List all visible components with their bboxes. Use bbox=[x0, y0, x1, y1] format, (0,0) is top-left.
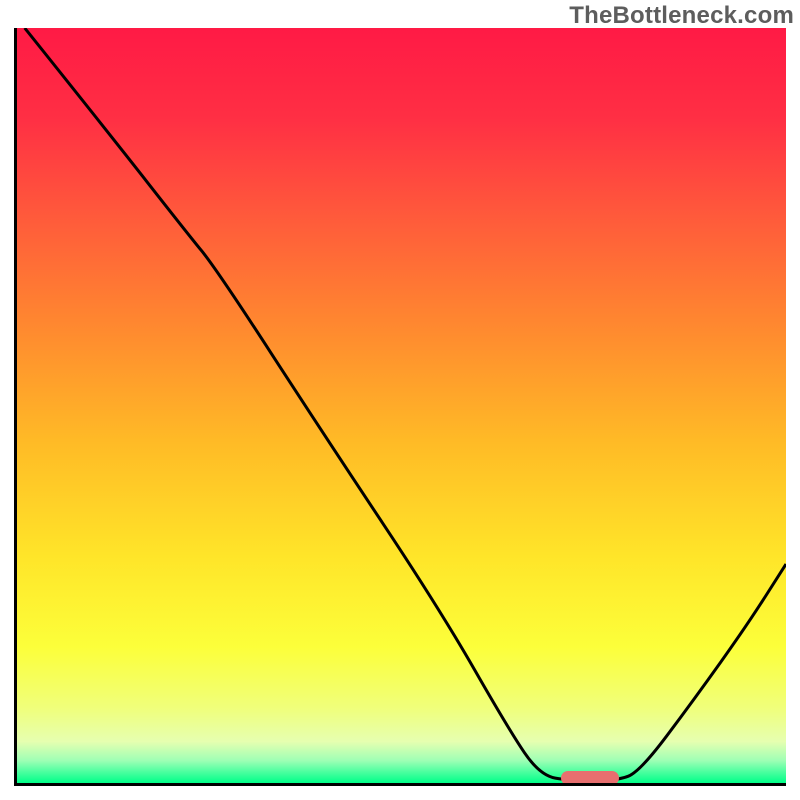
plot-area bbox=[14, 28, 786, 786]
chart-frame: TheBottleneck.com bbox=[0, 0, 800, 800]
optimal-range-marker bbox=[561, 771, 619, 785]
bottleneck-curve bbox=[17, 28, 786, 783]
watermark-text: TheBottleneck.com bbox=[569, 2, 794, 30]
